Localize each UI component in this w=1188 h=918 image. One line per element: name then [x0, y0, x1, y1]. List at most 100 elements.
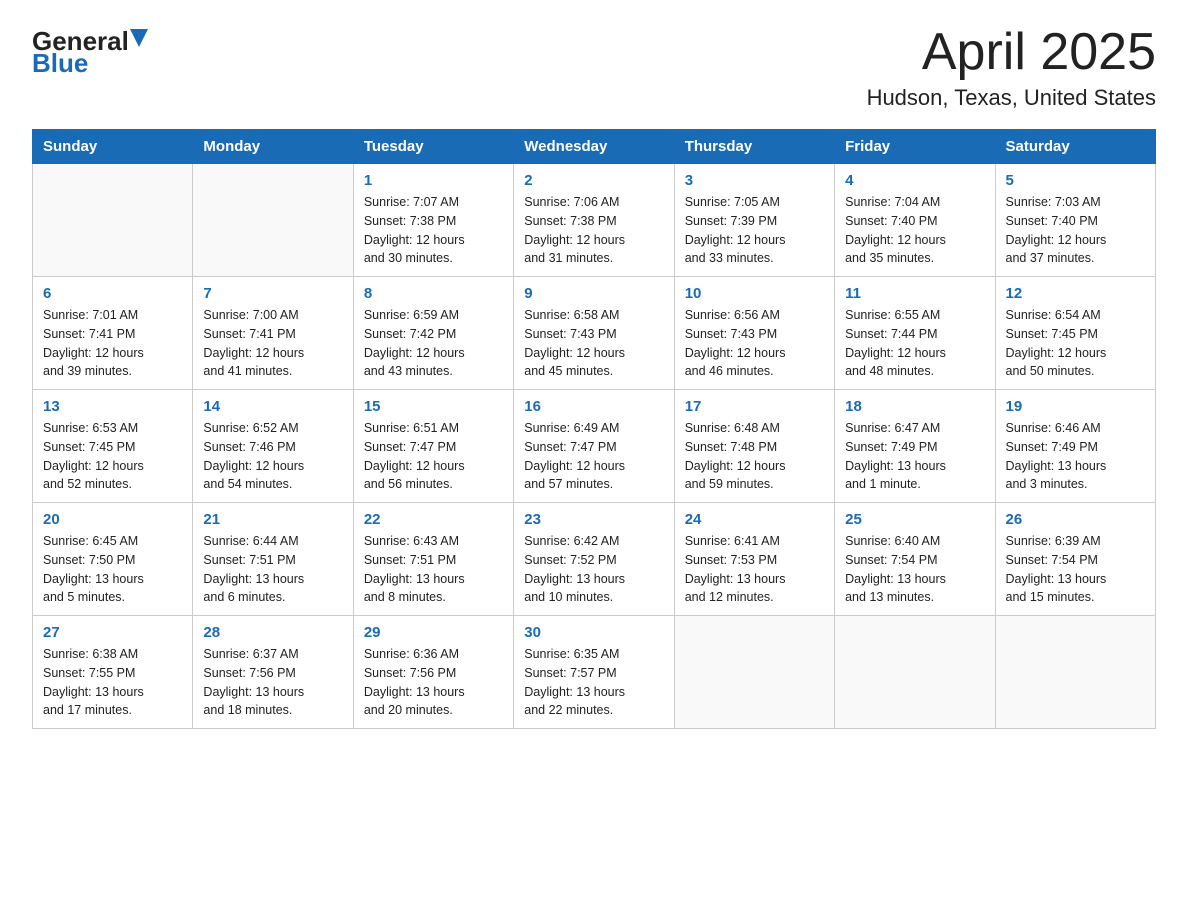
title-block: April 2025 Hudson, Texas, United States: [867, 24, 1156, 111]
day-number: 10: [685, 285, 824, 302]
calendar-cell: 2 Sunrise: 7:06 AM Sunset: 7:38 PM Daylig…: [514, 164, 674, 277]
calendar-cell: 18Sunrise: 6:47 AM Sunset: 7:49 PM Dayli…: [835, 390, 995, 503]
calendar-week-row: 6 Sunrise: 7:01 AM Sunset: 7:41 PM Daylig…: [33, 277, 1156, 390]
day-number: 8: [364, 285, 503, 302]
day-number: 2: [524, 172, 663, 189]
day-number: 30: [524, 624, 663, 641]
calendar-cell: 13 Sunrise: 6:53 AM Sunset: 7:45 PM Dayli…: [33, 390, 193, 503]
calendar-cell: 7Sunrise: 7:00 AM Sunset: 7:41 PM Daylig…: [193, 277, 353, 390]
page-subtitle: Hudson, Texas, United States: [867, 85, 1156, 111]
day-info: Sunrise: 6:45 AM Sunset: 7:50 PM Dayligh…: [43, 532, 182, 607]
day-number: 28: [203, 624, 342, 641]
calendar-week-row: 27 Sunrise: 6:38 AM Sunset: 7:55 PM Dayli…: [33, 616, 1156, 729]
calendar-cell: 20 Sunrise: 6:45 AM Sunset: 7:50 PM Dayli…: [33, 503, 193, 616]
calendar-cell: 30 Sunrise: 6:35 AM Sunset: 7:57 PM Dayli…: [514, 616, 674, 729]
calendar-cell: 15 Sunrise: 6:51 AM Sunset: 7:47 PM Dayli…: [353, 390, 513, 503]
page-title: April 2025: [867, 24, 1156, 81]
calendar-cell: [193, 164, 353, 277]
column-header-saturday: Saturday: [995, 130, 1155, 164]
day-info: Sunrise: 6:54 AM Sunset: 7:45 PM Dayligh…: [1006, 306, 1145, 381]
calendar-cell: [835, 616, 995, 729]
calendar-table: SundayMondayTuesdayWednesdayThursdayFrid…: [32, 129, 1156, 729]
calendar-cell: 3Sunrise: 7:05 AM Sunset: 7:39 PM Daylig…: [674, 164, 834, 277]
day-number: 23: [524, 511, 663, 528]
day-info: Sunrise: 6:39 AM Sunset: 7:54 PM Dayligh…: [1006, 532, 1145, 607]
day-number: 11: [845, 285, 984, 302]
day-number: 14: [203, 398, 342, 415]
logo: General Blue: [32, 24, 148, 79]
day-info: Sunrise: 6:44 AM Sunset: 7:51 PM Dayligh…: [203, 532, 342, 607]
day-number: 13: [43, 398, 182, 415]
column-header-thursday: Thursday: [674, 130, 834, 164]
calendar-cell: [33, 164, 193, 277]
calendar-cell: [995, 616, 1155, 729]
column-header-wednesday: Wednesday: [514, 130, 674, 164]
day-info: Sunrise: 7:03 AM Sunset: 7:40 PM Dayligh…: [1006, 193, 1145, 268]
calendar-cell: 11 Sunrise: 6:55 AM Sunset: 7:44 PM Dayli…: [835, 277, 995, 390]
day-number: 5: [1006, 172, 1145, 189]
day-info: Sunrise: 7:06 AM Sunset: 7:38 PM Dayligh…: [524, 193, 663, 268]
day-info: Sunrise: 6:38 AM Sunset: 7:55 PM Dayligh…: [43, 645, 182, 720]
day-number: 4: [845, 172, 984, 189]
day-number: 15: [364, 398, 503, 415]
calendar-cell: 22 Sunrise: 6:43 AM Sunset: 7:51 PM Dayli…: [353, 503, 513, 616]
logo-blue: Blue: [32, 48, 88, 79]
day-number: 22: [364, 511, 503, 528]
day-info: Sunrise: 6:35 AM Sunset: 7:57 PM Dayligh…: [524, 645, 663, 720]
calendar-week-row: 1Sunrise: 7:07 AM Sunset: 7:38 PM Daylig…: [33, 164, 1156, 277]
day-number: 27: [43, 624, 182, 641]
calendar-cell: 28Sunrise: 6:37 AM Sunset: 7:56 PM Dayli…: [193, 616, 353, 729]
day-info: Sunrise: 6:52 AM Sunset: 7:46 PM Dayligh…: [203, 419, 342, 494]
column-header-monday: Monday: [193, 130, 353, 164]
page-header: General Blue April 2025 Hudson, Texas, U…: [32, 24, 1156, 111]
day-info: Sunrise: 6:36 AM Sunset: 7:56 PM Dayligh…: [364, 645, 503, 720]
day-info: Sunrise: 6:51 AM Sunset: 7:47 PM Dayligh…: [364, 419, 503, 494]
day-info: Sunrise: 7:04 AM Sunset: 7:40 PM Dayligh…: [845, 193, 984, 268]
calendar-cell: 6 Sunrise: 7:01 AM Sunset: 7:41 PM Daylig…: [33, 277, 193, 390]
day-number: 17: [685, 398, 824, 415]
day-number: 12: [1006, 285, 1145, 302]
calendar-cell: 26 Sunrise: 6:39 AM Sunset: 7:54 PM Dayli…: [995, 503, 1155, 616]
day-info: Sunrise: 6:55 AM Sunset: 7:44 PM Dayligh…: [845, 306, 984, 381]
day-number: 19: [1006, 398, 1145, 415]
day-info: Sunrise: 6:58 AM Sunset: 7:43 PM Dayligh…: [524, 306, 663, 381]
day-info: Sunrise: 6:56 AM Sunset: 7:43 PM Dayligh…: [685, 306, 824, 381]
day-number: 24: [685, 511, 824, 528]
day-info: Sunrise: 6:43 AM Sunset: 7:51 PM Dayligh…: [364, 532, 503, 607]
day-info: Sunrise: 6:40 AM Sunset: 7:54 PM Dayligh…: [845, 532, 984, 607]
day-info: Sunrise: 6:53 AM Sunset: 7:45 PM Dayligh…: [43, 419, 182, 494]
day-info: Sunrise: 7:01 AM Sunset: 7:41 PM Dayligh…: [43, 306, 182, 381]
day-number: 25: [845, 511, 984, 528]
day-number: 16: [524, 398, 663, 415]
day-number: 20: [43, 511, 182, 528]
day-number: 26: [1006, 511, 1145, 528]
day-info: Sunrise: 7:07 AM Sunset: 7:38 PM Dayligh…: [364, 193, 503, 268]
calendar-cell: [674, 616, 834, 729]
calendar-cell: 27 Sunrise: 6:38 AM Sunset: 7:55 PM Dayli…: [33, 616, 193, 729]
column-header-tuesday: Tuesday: [353, 130, 513, 164]
day-number: 29: [364, 624, 503, 641]
calendar-cell: 5 Sunrise: 7:03 AM Sunset: 7:40 PM Daylig…: [995, 164, 1155, 277]
logo-triangle-icon: [130, 29, 148, 49]
calendar-cell: 16 Sunrise: 6:49 AM Sunset: 7:47 PM Dayli…: [514, 390, 674, 503]
calendar-header-row: SundayMondayTuesdayWednesdayThursdayFrid…: [33, 130, 1156, 164]
column-header-friday: Friday: [835, 130, 995, 164]
day-number: 6: [43, 285, 182, 302]
calendar-cell: 10 Sunrise: 6:56 AM Sunset: 7:43 PM Dayli…: [674, 277, 834, 390]
calendar-cell: 25 Sunrise: 6:40 AM Sunset: 7:54 PM Dayli…: [835, 503, 995, 616]
day-info: Sunrise: 6:49 AM Sunset: 7:47 PM Dayligh…: [524, 419, 663, 494]
calendar-cell: 8 Sunrise: 6:59 AM Sunset: 7:42 PM Daylig…: [353, 277, 513, 390]
calendar-cell: 17Sunrise: 6:48 AM Sunset: 7:48 PM Dayli…: [674, 390, 834, 503]
calendar-week-row: 20 Sunrise: 6:45 AM Sunset: 7:50 PM Dayli…: [33, 503, 1156, 616]
day-info: Sunrise: 6:47 AM Sunset: 7:49 PM Dayligh…: [845, 419, 984, 494]
day-info: Sunrise: 6:41 AM Sunset: 7:53 PM Dayligh…: [685, 532, 824, 607]
day-info: Sunrise: 6:59 AM Sunset: 7:42 PM Dayligh…: [364, 306, 503, 381]
calendar-cell: 14 Sunrise: 6:52 AM Sunset: 7:46 PM Dayli…: [193, 390, 353, 503]
calendar-cell: 9Sunrise: 6:58 AM Sunset: 7:43 PM Daylig…: [514, 277, 674, 390]
day-info: Sunrise: 6:46 AM Sunset: 7:49 PM Dayligh…: [1006, 419, 1145, 494]
calendar-cell: 21Sunrise: 6:44 AM Sunset: 7:51 PM Dayli…: [193, 503, 353, 616]
day-info: Sunrise: 7:05 AM Sunset: 7:39 PM Dayligh…: [685, 193, 824, 268]
column-header-sunday: Sunday: [33, 130, 193, 164]
day-number: 7: [203, 285, 342, 302]
calendar-cell: 12 Sunrise: 6:54 AM Sunset: 7:45 PM Dayli…: [995, 277, 1155, 390]
